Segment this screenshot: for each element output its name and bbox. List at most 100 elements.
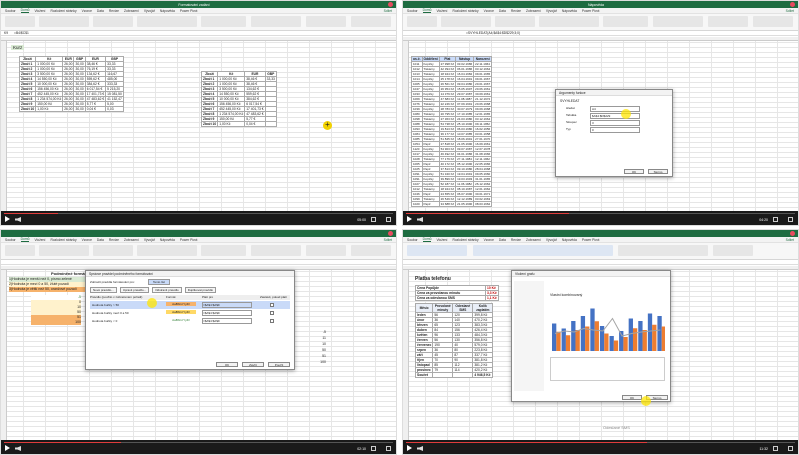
arg-input[interactable]: $A$4:$D$229 <box>590 113 640 119</box>
fullscreen-icon[interactable] <box>386 217 391 222</box>
volume-icon[interactable] <box>15 446 21 451</box>
menu-tab[interactable]: Soubor <box>407 238 418 242</box>
fullscreen-icon[interactable] <box>788 446 793 451</box>
progress-bar[interactable] <box>406 213 795 214</box>
menu-tab[interactable]: Nápověda <box>562 9 577 13</box>
menu-tab[interactable]: Domů <box>422 237 432 242</box>
menu-tab[interactable]: Zobrazení <box>124 238 139 242</box>
menu-tab[interactable]: Vývojář <box>546 238 557 242</box>
rule-button[interactable]: Duplikovat pravidlo <box>184 287 217 293</box>
menu-tab[interactable]: Zobrazení <box>124 9 139 13</box>
table-cell: 25.10.1990 <box>455 121 475 127</box>
menu-tab[interactable]: Power Pivot <box>180 9 198 13</box>
chart-type-list[interactable] <box>514 281 544 391</box>
progress-bar[interactable] <box>406 442 795 443</box>
menu-tab[interactable]: Revize <box>109 9 119 13</box>
share-button[interactable]: Sdílet <box>384 9 392 13</box>
avatar[interactable] <box>388 231 393 236</box>
show-select[interactable]: Tento list <box>148 279 170 285</box>
menu-tab[interactable]: Vložení <box>436 238 447 242</box>
menu-tab[interactable]: Zobrazení <box>526 238 541 242</box>
menu-tab[interactable]: Revize <box>511 238 521 242</box>
play-icon[interactable] <box>407 445 412 451</box>
share-button[interactable]: Sdílet <box>786 238 794 242</box>
close-button[interactable]: Zavřít <box>242 362 264 367</box>
progress-bar[interactable] <box>4 442 393 443</box>
volume-icon[interactable] <box>417 446 423 451</box>
menu-tab[interactable]: Rozložení stránky <box>50 238 76 242</box>
menu-tab[interactable]: Rozložení stránky <box>452 238 478 242</box>
ok-button[interactable]: OK <box>622 395 642 400</box>
arg-input[interactable]: 0 <box>590 127 640 133</box>
menu-tab[interactable]: Data <box>499 9 506 13</box>
formula-input[interactable]: =B4/$C$1 <box>14 31 29 35</box>
menu-tab[interactable]: Power Pivot <box>582 238 600 242</box>
volume-icon[interactable] <box>15 217 21 222</box>
play-icon[interactable] <box>5 216 10 222</box>
menu-tab[interactable]: Rozložení stránky <box>452 9 478 13</box>
cancel-button[interactable]: Storno <box>648 169 668 174</box>
fullscreen-icon[interactable] <box>788 217 793 222</box>
menu-tab[interactable]: Vložení <box>34 238 45 242</box>
arg-input[interactable]: 3 <box>590 120 640 126</box>
menu-tab[interactable]: Nápověda <box>160 9 175 13</box>
menu-tab[interactable]: Vložení <box>436 9 447 13</box>
rule-row[interactable]: Hodnota buňky < 0 AaBbCcYyZz =$A$4:$A$9 <box>90 317 290 325</box>
volume-icon[interactable] <box>417 217 423 222</box>
avatar[interactable] <box>790 2 795 7</box>
share-button[interactable]: Sdílet <box>786 9 794 13</box>
menu-tab[interactable]: Revize <box>511 9 521 13</box>
chart-bar <box>565 335 571 351</box>
settings-icon[interactable] <box>371 446 376 451</box>
avatar[interactable] <box>388 2 393 7</box>
menu-tab[interactable]: Soubor <box>407 9 418 13</box>
rule-button[interactable]: Nové pravidlo... <box>90 287 117 293</box>
menu-tab[interactable]: Vývojář <box>144 238 155 242</box>
menu-tab[interactable]: Vývojář <box>546 9 557 13</box>
formula-input[interactable]: =SVYHLEDAT(A4;$A$4:$D$229;3;0) <box>466 31 520 35</box>
menu-tab[interactable]: Data <box>97 238 104 242</box>
menu-tab[interactable]: Power Pivot <box>180 238 198 242</box>
progress-bar[interactable] <box>4 213 393 214</box>
rule-row[interactable]: Hodnota buňky mezi 0 a 50 AaBbCcYyZz =$A$4… <box>90 309 290 317</box>
settings-icon[interactable] <box>773 446 778 451</box>
table-row: Zboží 10 1,00 Kč 0,04 € <box>200 121 277 127</box>
ok-button[interactable]: OK <box>624 169 644 174</box>
rule-button[interactable]: Upravit pravidlo... <box>119 287 150 293</box>
menu-tab[interactable]: Vývojář <box>144 9 155 13</box>
menu-tab[interactable]: Data <box>499 238 506 242</box>
play-icon[interactable] <box>5 445 10 451</box>
menu-tab[interactable]: Vzorce <box>484 238 494 242</box>
menu-tab[interactable]: Data <box>97 9 104 13</box>
menu-tab[interactable]: Zobrazení <box>526 9 541 13</box>
play-icon[interactable] <box>407 216 412 222</box>
menu-tab[interactable]: Domů <box>20 8 30 13</box>
stop-checkbox[interactable] <box>270 311 274 315</box>
menu-tab[interactable]: Domů <box>422 8 432 13</box>
menu-tab[interactable]: Vzorce <box>484 9 494 13</box>
menu-tab[interactable]: Vložení <box>34 9 45 13</box>
menu-tab[interactable]: Nápověda <box>562 238 577 242</box>
stop-checkbox[interactable] <box>270 303 274 307</box>
menu-tab[interactable]: Soubor <box>5 9 16 13</box>
settings-icon[interactable] <box>371 217 376 222</box>
ok-button[interactable]: OK <box>216 362 238 367</box>
avatar[interactable] <box>790 231 795 236</box>
menu-tab[interactable]: Revize <box>109 238 119 242</box>
menu-tab[interactable]: Rozložení stránky <box>50 9 76 13</box>
menu-tab[interactable]: Vzorce <box>82 238 92 242</box>
settings-icon[interactable] <box>773 217 778 222</box>
apply-button[interactable]: Použít <box>268 362 290 367</box>
rule-button[interactable]: Odstranit pravidlo <box>152 287 182 293</box>
menu-tab[interactable]: Nápověda <box>160 238 175 242</box>
stop-checkbox[interactable] <box>270 319 274 323</box>
menu-tab[interactable]: Soubor <box>5 238 16 242</box>
arg-input[interactable]: A4 <box>590 106 640 112</box>
menu-tab[interactable]: Power Pivot <box>582 9 600 13</box>
menu-tab[interactable]: Vzorce <box>82 9 92 13</box>
fullscreen-icon[interactable] <box>386 446 391 451</box>
rule-row[interactable]: Hodnota buňky > 50 AaBbCcYyZz =$A$4:$A$9 <box>90 301 290 309</box>
name-box[interactable]: K9 <box>4 31 8 35</box>
share-button[interactable]: Sdílet <box>384 238 392 242</box>
menu-tab[interactable]: Domů <box>20 237 30 242</box>
